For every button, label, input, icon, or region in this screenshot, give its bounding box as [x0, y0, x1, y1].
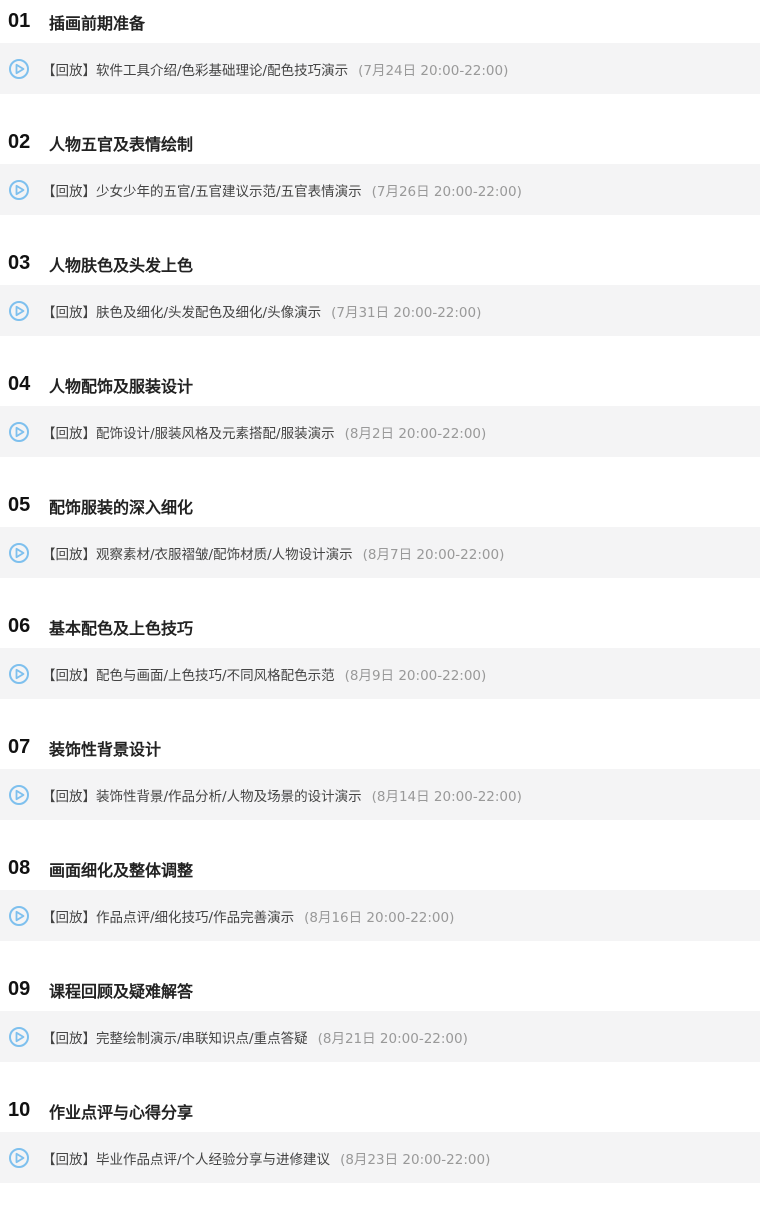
chapter-title: 人物五官及表情绘制	[49, 134, 194, 154]
play-circle-icon[interactable]	[8, 1147, 30, 1169]
lesson-replay-row[interactable]: 【回放】 少女少年的五官/五官建议示范/五官表情演示 (7月26日 20:00-…	[0, 164, 760, 215]
replay-tag: 【回放】	[42, 62, 96, 79]
lesson-topics: 少女少年的五官/五官建议示范/五官表情演示	[96, 183, 362, 200]
chapter-section: 09 课程回顾及疑难解答 【回放】 完整绘制演示/串联知识点/重点答疑 (8月2…	[0, 968, 760, 1089]
chapter-header: 06 基本配色及上色技巧	[0, 605, 760, 648]
lesson-replay-row[interactable]: 【回放】 软件工具介绍/色彩基础理论/配色技巧演示 (7月24日 20:00-2…	[0, 43, 760, 94]
lesson-time: (7月31日 20:00-22:00)	[331, 304, 482, 321]
chapter-title: 配饰服装的深入细化	[49, 497, 194, 517]
chapter-header: 03 人物肤色及头发上色	[0, 242, 760, 285]
lesson-topics: 作品点评/细化技巧/作品完善演示	[96, 909, 295, 926]
lesson-replay-row[interactable]: 【回放】 毕业作品点评/个人经验分享与进修建议 (8月23日 20:00-22:…	[0, 1132, 760, 1183]
lesson-topics: 配色与画面/上色技巧/不同风格配色示范	[96, 667, 335, 684]
lesson-topics: 毕业作品点评/个人经验分享与进修建议	[96, 1151, 331, 1168]
play-circle-icon[interactable]	[8, 663, 30, 685]
chapter-title: 插画前期准备	[49, 13, 146, 33]
chapter-title: 课程回顾及疑难解答	[49, 981, 194, 1001]
lesson-time: (8月7日 20:00-22:00)	[362, 546, 505, 563]
lesson-replay-row[interactable]: 【回放】 作品点评/细化技巧/作品完善演示 (8月16日 20:00-22:00…	[0, 890, 760, 941]
chapter-number: 01	[8, 10, 31, 32]
lesson-time: (7月26日 20:00-22:00)	[371, 183, 522, 200]
chapter-header: 07 装饰性背景设计	[0, 726, 760, 769]
replay-tag: 【回放】	[42, 425, 96, 442]
chapter-section: 03 人物肤色及头发上色 【回放】 肤色及细化/头发配色及细化/头像演示 (7月…	[0, 242, 760, 363]
chapter-number: 02	[8, 131, 31, 153]
chapter-title: 作业点评与心得分享	[49, 1102, 194, 1122]
lesson-topics: 肤色及细化/头发配色及细化/头像演示	[96, 304, 322, 321]
play-circle-icon[interactable]	[8, 58, 30, 80]
lesson-time: (8月9日 20:00-22:00)	[344, 667, 487, 684]
chapter-section: 01 插画前期准备 【回放】 软件工具介绍/色彩基础理论/配色技巧演示 (7月2…	[0, 0, 760, 121]
lesson-replay-row[interactable]: 【回放】 完整绘制演示/串联知识点/重点答疑 (8月21日 20:00-22:0…	[0, 1011, 760, 1062]
replay-tag: 【回放】	[42, 1030, 96, 1047]
chapter-header: 01 插画前期准备	[0, 0, 760, 43]
lesson-replay-row[interactable]: 【回放】 装饰性背景/作品分析/人物及场景的设计演示 (8月14日 20:00-…	[0, 769, 760, 820]
play-circle-icon[interactable]	[8, 784, 30, 806]
chapter-section: 05 配饰服装的深入细化 【回放】 观察素材/衣服褶皱/配饰材质/人物设计演示 …	[0, 484, 760, 605]
lesson-replay-row[interactable]: 【回放】 观察素材/衣服褶皱/配饰材质/人物设计演示 (8月7日 20:00-2…	[0, 527, 760, 578]
chapter-header: 05 配饰服装的深入细化	[0, 484, 760, 527]
lesson-time: (8月2日 20:00-22:00)	[344, 425, 487, 442]
chapter-section: 07 装饰性背景设计 【回放】 装饰性背景/作品分析/人物及场景的设计演示 (8…	[0, 726, 760, 847]
lesson-time: (8月14日 20:00-22:00)	[371, 788, 522, 805]
play-circle-icon[interactable]	[8, 179, 30, 201]
lesson-time: (7月24日 20:00-22:00)	[358, 62, 509, 79]
chapter-title: 基本配色及上色技巧	[49, 618, 194, 638]
replay-tag: 【回放】	[42, 909, 96, 926]
lesson-time: (8月21日 20:00-22:00)	[317, 1030, 468, 1047]
lesson-replay-row[interactable]: 【回放】 肤色及细化/头发配色及细化/头像演示 (7月31日 20:00-22:…	[0, 285, 760, 336]
replay-tag: 【回放】	[42, 546, 96, 563]
chapter-header: 08 画面细化及整体调整	[0, 847, 760, 890]
chapter-header: 02 人物五官及表情绘制	[0, 121, 760, 164]
chapter-section: 10 作业点评与心得分享 【回放】 毕业作品点评/个人经验分享与进修建议 (8月…	[0, 1089, 760, 1210]
chapter-header: 10 作业点评与心得分享	[0, 1089, 760, 1132]
chapter-section: 06 基本配色及上色技巧 【回放】 配色与画面/上色技巧/不同风格配色示范 (8…	[0, 605, 760, 726]
chapter-number: 05	[8, 494, 31, 516]
play-circle-icon[interactable]	[8, 905, 30, 927]
lesson-replay-row[interactable]: 【回放】 配色与画面/上色技巧/不同风格配色示范 (8月9日 20:00-22:…	[0, 648, 760, 699]
chapter-header: 09 课程回顾及疑难解答	[0, 968, 760, 1011]
replay-tag: 【回放】	[42, 304, 96, 321]
chapter-number: 03	[8, 252, 31, 274]
chapter-number: 10	[8, 1099, 31, 1121]
chapter-title: 人物肤色及头发上色	[49, 255, 194, 275]
lesson-replay-row[interactable]: 【回放】 配饰设计/服装风格及元素搭配/服装演示 (8月2日 20:00-22:…	[0, 406, 760, 457]
play-circle-icon[interactable]	[8, 1026, 30, 1048]
lesson-topics: 软件工具介绍/色彩基础理论/配色技巧演示	[96, 62, 349, 79]
chapter-section: 08 画面细化及整体调整 【回放】 作品点评/细化技巧/作品完善演示 (8月16…	[0, 847, 760, 968]
lesson-time: (8月16日 20:00-22:00)	[304, 909, 455, 926]
course-chapter-list: 01 插画前期准备 【回放】 软件工具介绍/色彩基础理论/配色技巧演示 (7月2…	[0, 0, 760, 1210]
chapter-number: 09	[8, 978, 31, 1000]
chapter-number: 06	[8, 615, 31, 637]
replay-tag: 【回放】	[42, 1151, 96, 1168]
chapter-section: 02 人物五官及表情绘制 【回放】 少女少年的五官/五官建议示范/五官表情演示 …	[0, 121, 760, 242]
replay-tag: 【回放】	[42, 667, 96, 684]
chapter-number: 08	[8, 857, 31, 879]
chapter-title: 人物配饰及服装设计	[49, 376, 194, 396]
replay-tag: 【回放】	[42, 183, 96, 200]
replay-tag: 【回放】	[42, 788, 96, 805]
chapter-title: 画面细化及整体调整	[49, 860, 194, 880]
lesson-time: (8月23日 20:00-22:00)	[340, 1151, 491, 1168]
lesson-topics: 配饰设计/服装风格及元素搭配/服装演示	[96, 425, 335, 442]
play-circle-icon[interactable]	[8, 421, 30, 443]
chapter-number: 07	[8, 736, 31, 758]
chapter-title: 装饰性背景设计	[49, 739, 162, 759]
chapter-header: 04 人物配饰及服装设计	[0, 363, 760, 406]
play-circle-icon[interactable]	[8, 542, 30, 564]
lesson-topics: 装饰性背景/作品分析/人物及场景的设计演示	[96, 788, 362, 805]
lesson-topics: 完整绘制演示/串联知识点/重点答疑	[96, 1030, 308, 1047]
chapter-number: 04	[8, 373, 31, 395]
lesson-topics: 观察素材/衣服褶皱/配饰材质/人物设计演示	[96, 546, 353, 563]
play-circle-icon[interactable]	[8, 300, 30, 322]
chapter-section: 04 人物配饰及服装设计 【回放】 配饰设计/服装风格及元素搭配/服装演示 (8…	[0, 363, 760, 484]
